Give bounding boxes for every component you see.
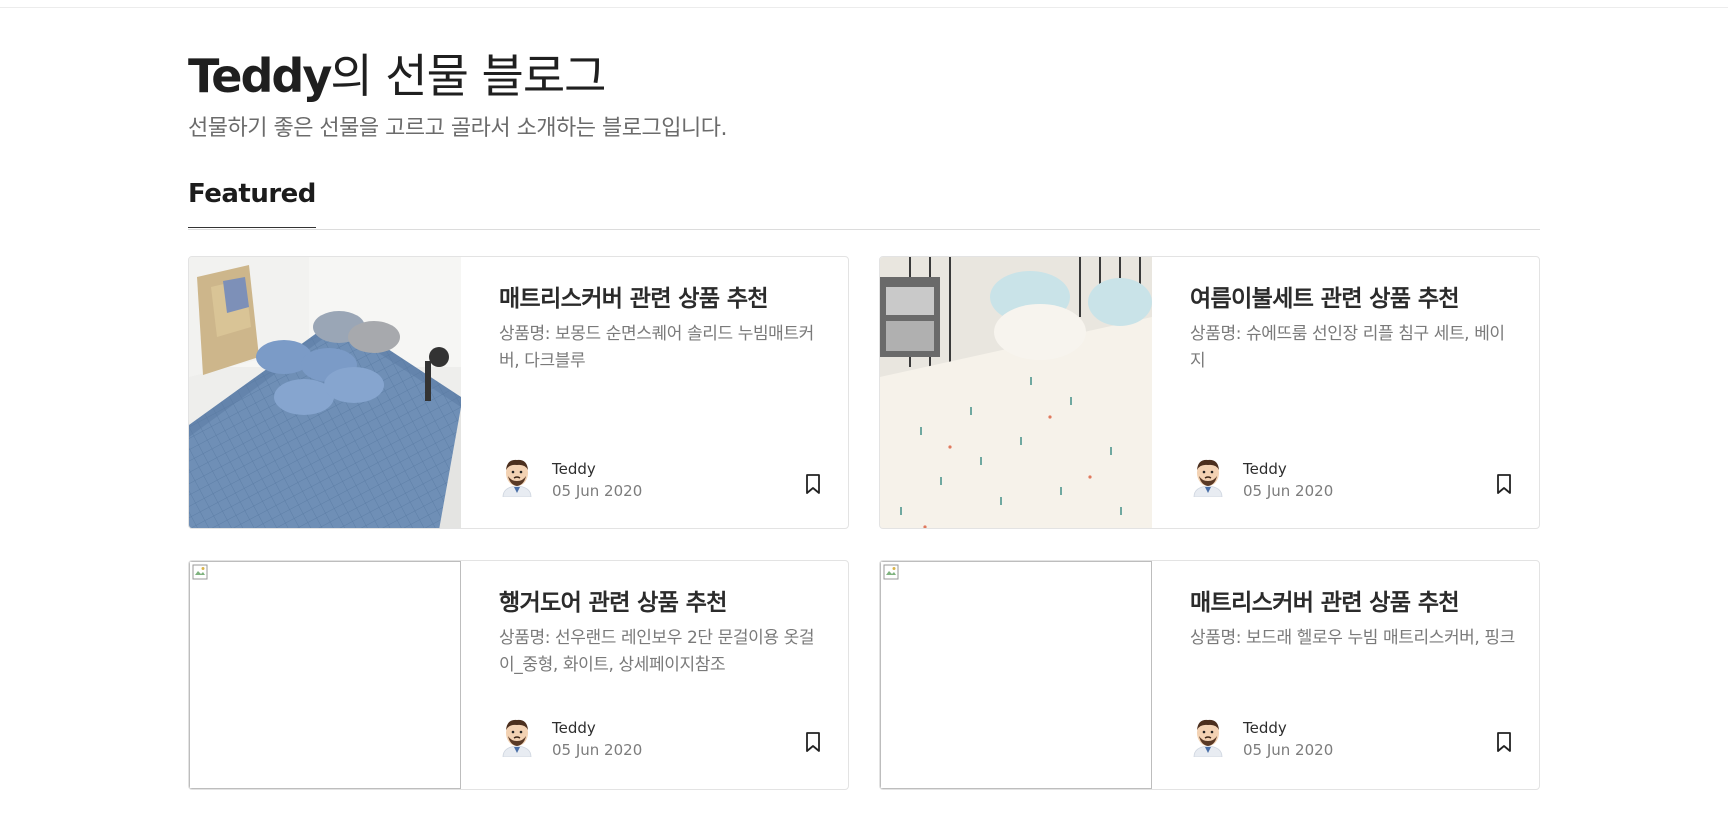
post-date: 05 Jun 2020 <box>1243 741 1334 759</box>
post-card[interactable]: 여름이불세트 관련 상품 추천 상품명: 슈에뜨룸 선인장 리플 침구 세트, … <box>879 256 1540 529</box>
post-excerpt: 상품명: 슈에뜨룸 선인장 리플 침구 세트, 베이지 <box>1190 324 1505 371</box>
post-card[interactable]: 매트리스커버 관련 상품 추천 상품명: 보몽드 순면스퀘어 솔리드 누빔매트커… <box>188 256 849 529</box>
post-date: 05 Jun 2020 <box>552 741 643 759</box>
post-excerpt: 상품명: 보드래 헬로우 누빔 매트리스커버, 핑크 <box>1190 628 1515 648</box>
broken-image-icon <box>883 564 899 580</box>
author-name[interactable]: Teddy <box>1243 719 1287 737</box>
cactus-bedding-photo <box>880 257 1152 528</box>
header-divider <box>0 7 1728 8</box>
post-card[interactable]: 매트리스커버 관련 상품 추천 상품명: 보드래 헬로우 누빔 매트리스커버, … <box>879 560 1540 790</box>
bookmark-icon[interactable] <box>1495 731 1513 753</box>
post-excerpt: 상품명: 보몽드 순면스퀘어 솔리드 누빔매트커버, 다크블루 <box>499 324 814 371</box>
teddy-avatar-icon[interactable] <box>1190 457 1226 497</box>
blog-brand: Teddy <box>188 49 332 103</box>
blog-title-suffix: 의 선물 블로그 <box>330 49 606 103</box>
teddy-avatar-icon[interactable] <box>499 457 535 497</box>
bookmark-icon[interactable] <box>1495 473 1513 495</box>
post-thumbnail[interactable] <box>189 257 461 528</box>
teddy-avatar-icon[interactable] <box>499 717 535 757</box>
post-thumbnail[interactable] <box>189 561 461 789</box>
post-excerpt: 상품명: 선우랜드 레인보우 2단 문걸이용 옷걸이_중형, 화이트, 상세페이… <box>499 628 815 675</box>
post-date: 05 Jun 2020 <box>1243 482 1334 500</box>
teddy-avatar-icon[interactable] <box>1190 717 1226 757</box>
post-thumbnail[interactable] <box>880 561 1152 789</box>
post-date: 05 Jun 2020 <box>552 482 643 500</box>
blog-title: Teddy의 선물 블로그 <box>188 40 606 106</box>
author-name[interactable]: Teddy <box>552 460 596 478</box>
post-title[interactable]: 행거도어 관련 상품 추천 <box>499 583 828 617</box>
post-title[interactable]: 매트리스커버 관련 상품 추천 <box>499 279 828 313</box>
author-name[interactable]: Teddy <box>552 719 596 737</box>
bookmark-icon[interactable] <box>804 731 822 753</box>
post-card-body: 여름이불세트 관련 상품 추천 상품명: 슈에뜨룸 선인장 리플 침구 세트, … <box>1152 257 1539 528</box>
tab-featured[interactable]: Featured <box>188 176 316 228</box>
post-thumbnail[interactable] <box>880 257 1152 528</box>
post-card-body: 매트리스커버 관련 상품 추천 상품명: 보몽드 순면스퀘어 솔리드 누빔매트커… <box>461 257 848 528</box>
post-title[interactable]: 매트리스커버 관련 상품 추천 <box>1190 583 1519 617</box>
post-card-body: 행거도어 관련 상품 추천 상품명: 선우랜드 레인보우 2단 문걸이용 옷걸이… <box>461 561 848 789</box>
bookmark-icon[interactable] <box>804 473 822 495</box>
blue-mattress-photo <box>189 257 461 528</box>
author-name[interactable]: Teddy <box>1243 460 1287 478</box>
post-title[interactable]: 여름이불세트 관련 상품 추천 <box>1190 279 1519 313</box>
post-card[interactable]: 행거도어 관련 상품 추천 상품명: 선우랜드 레인보우 2단 문걸이용 옷걸이… <box>188 560 849 790</box>
section-tabs: Featured <box>188 176 1540 230</box>
broken-image-icon <box>192 564 208 580</box>
post-card-body: 매트리스커버 관련 상품 추천 상품명: 보드래 헬로우 누빔 매트리스커버, … <box>1152 561 1539 789</box>
blog-description: 선물하기 좋은 선물을 고르고 골라서 소개하는 블로그입니다. <box>188 116 727 141</box>
